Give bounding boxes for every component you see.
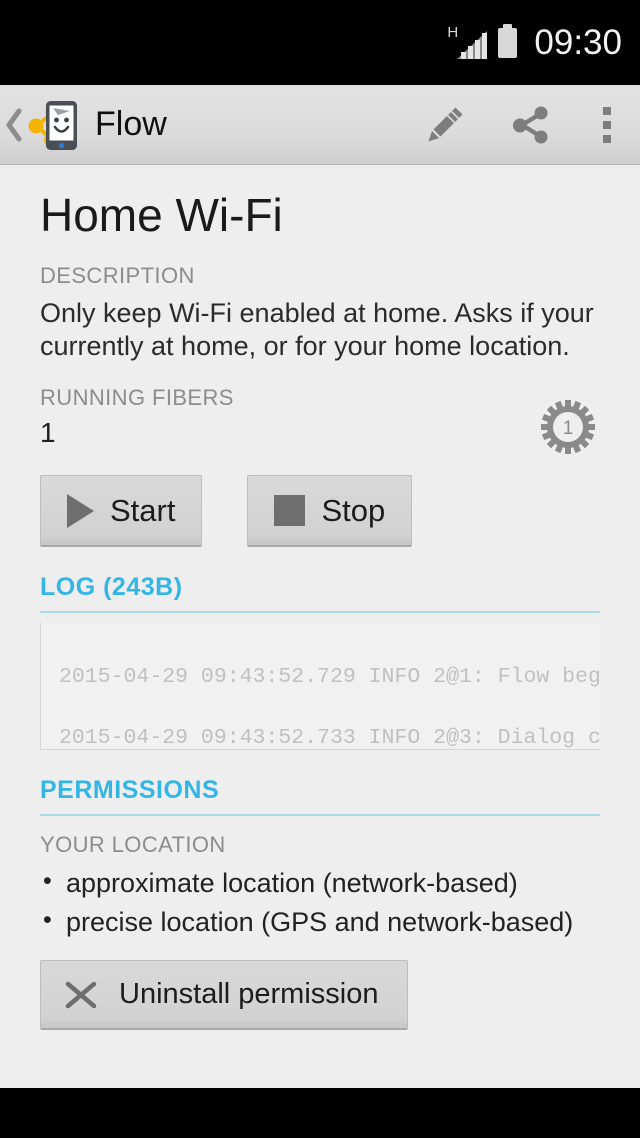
list-item: precise location (GPS and network-based)	[40, 902, 600, 942]
running-fibers-info: RUNNING FIBERS 1	[40, 385, 540, 449]
list-item: approximate location (network-based)	[40, 863, 600, 903]
permissions-list: approximate location (network-based) pre…	[40, 863, 600, 942]
log-section-header[interactable]: LOG (243B)	[40, 573, 600, 602]
up-navigation-button[interactable]: Flow	[0, 96, 167, 154]
app-title: Flow	[95, 105, 167, 143]
share-button[interactable]	[488, 85, 574, 165]
running-fibers-row: RUNNING FIBERS 1 1	[40, 385, 600, 455]
log-lines-container: 2015-04-29 09:43:52.729 INFO 2@1: Flow b…	[41, 623, 600, 750]
status-bar-clock: 09:30	[534, 23, 622, 62]
log-section-divider	[40, 611, 600, 614]
close-x-icon	[65, 981, 97, 1009]
log-line: 2015-04-29 09:43:52.729 INFO 2@1: Flow b…	[59, 665, 600, 690]
device-screen: H 09:30 Flow Home Wi-Fi DESCRIPTION Only…	[0, 0, 640, 1138]
flow-app-logo-icon	[28, 100, 77, 150]
edit-button[interactable]	[402, 85, 488, 165]
permissions-section-divider	[40, 814, 600, 817]
log-output-box[interactable]: 2015-04-29 09:43:52.729 INFO 2@1: Flow b…	[40, 623, 600, 751]
overflow-menu-icon	[603, 106, 611, 143]
description-label: DESCRIPTION	[40, 263, 195, 289]
page-title: Home Wi-Fi	[40, 189, 283, 241]
gear-icon: 1	[541, 400, 595, 455]
flow-controls: Start Stop	[40, 475, 600, 548]
running-fibers-label: RUNNING FIBERS	[40, 385, 234, 411]
system-navigation-bar	[0, 1088, 640, 1138]
gear-badge-count: 1	[563, 418, 574, 439]
start-button-label: Start	[110, 492, 176, 528]
play-icon	[67, 493, 94, 528]
signal-bars-glyph	[457, 30, 488, 59]
stop-button-label: Stop	[321, 492, 386, 528]
overflow-menu-button[interactable]	[574, 85, 640, 165]
description-text: Only keep Wi-Fi enabled at home. Asks if…	[40, 298, 594, 362]
status-bar: H 09:30	[0, 0, 640, 85]
share-icon	[513, 106, 548, 143]
settings-gear-button[interactable]: 1	[540, 399, 596, 455]
permissions-section-header[interactable]: PERMISSIONS	[40, 776, 600, 805]
running-fibers-count: 1	[40, 417, 56, 449]
edit-icon	[428, 107, 463, 141]
signal-bars-icon: H	[447, 25, 488, 59]
detail-content: Home Wi-Fi DESCRIPTION Only keep Wi-Fi e…	[0, 165, 640, 1088]
battery-full-icon	[498, 23, 518, 58]
uninstall-permission-button[interactable]: Uninstall permission	[40, 960, 408, 1031]
stop-button[interactable]: Stop	[247, 475, 413, 548]
start-button[interactable]: Start	[40, 475, 203, 548]
status-bar-icons: H 09:30	[447, 23, 622, 62]
stop-square-icon	[274, 495, 306, 527]
permissions-group-label: YOUR LOCATION	[40, 832, 226, 858]
back-chevron-icon	[6, 108, 22, 141]
log-line: 2015-04-29 09:43:52.733 INFO 2@3: Dialog…	[59, 725, 600, 750]
action-bar: Flow	[0, 85, 640, 165]
uninstall-permission-label: Uninstall permission	[119, 978, 379, 1011]
